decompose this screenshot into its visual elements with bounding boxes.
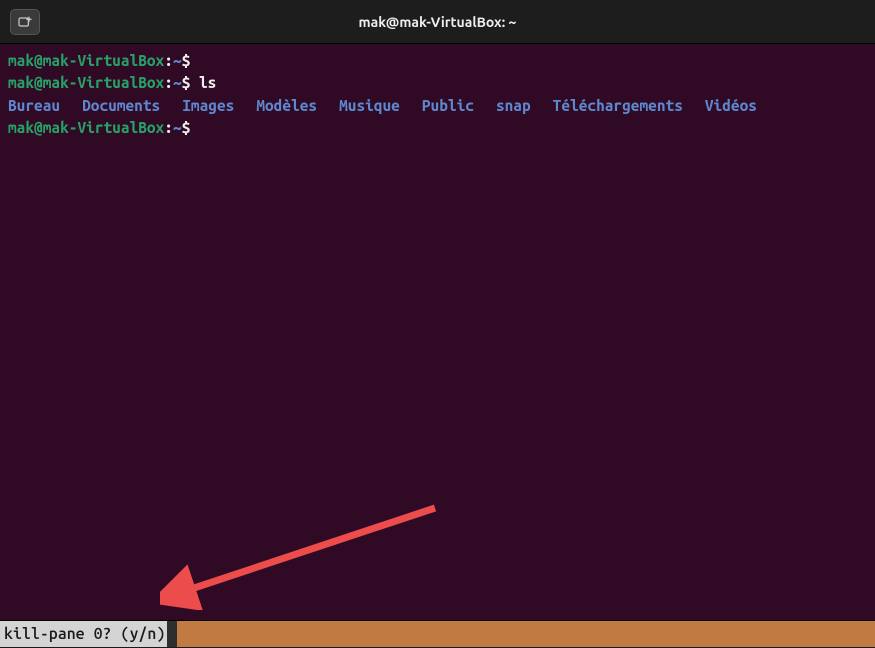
prompt-line: mak@mak-VirtualBox:~$ ls [8,72,867,94]
prompt-symbol: $ [182,119,191,136]
new-tab-button[interactable] [10,9,40,35]
prompt-symbol: $ [182,52,191,69]
directory-entry: Images [182,97,234,114]
directory-entry: snap [496,97,531,114]
terminal-output[interactable]: mak@mak-VirtualBox:~$ mak@mak-VirtualBox… [0,44,875,620]
directory-entry: Musique [339,97,400,114]
command-text: ls [190,74,216,91]
tmux-confirm-prompt[interactable]: kill-pane 0? (y/n) [0,621,167,647]
prompt-symbol: $ [182,74,191,91]
directory-entry: Téléchargements [553,97,683,114]
ls-output-line: Bureau Documents Images Modèles Musique Publi… [8,95,867,117]
directory-entry: Modèles [256,97,317,114]
prompt-user: mak@mak-VirtualBox [8,52,164,69]
directory-entry: Documents [82,97,160,114]
directory-entry: Bureau [8,97,60,114]
new-tab-icon [17,14,33,30]
prompt-path: ~ [173,119,182,136]
prompt-path: ~ [173,52,182,69]
window-title: mak@mak-VirtualBox: ~ [0,14,875,30]
tmux-status-bar: kill-pane 0? (y/n) [0,620,875,647]
prompt-user: mak@mak-VirtualBox [8,119,164,136]
directory-entry: Vidéos [705,97,757,114]
directory-entry: Public [422,97,474,114]
tmux-status-rest [177,621,875,647]
prompt-line: mak@mak-VirtualBox:~$ [8,117,867,139]
prompt-path: ~ [173,74,182,91]
titlebar: mak@mak-VirtualBox: ~ [0,0,875,44]
prompt-line: mak@mak-VirtualBox:~$ [8,50,867,72]
prompt-user: mak@mak-VirtualBox [8,74,164,91]
tmux-cursor [167,621,177,647]
